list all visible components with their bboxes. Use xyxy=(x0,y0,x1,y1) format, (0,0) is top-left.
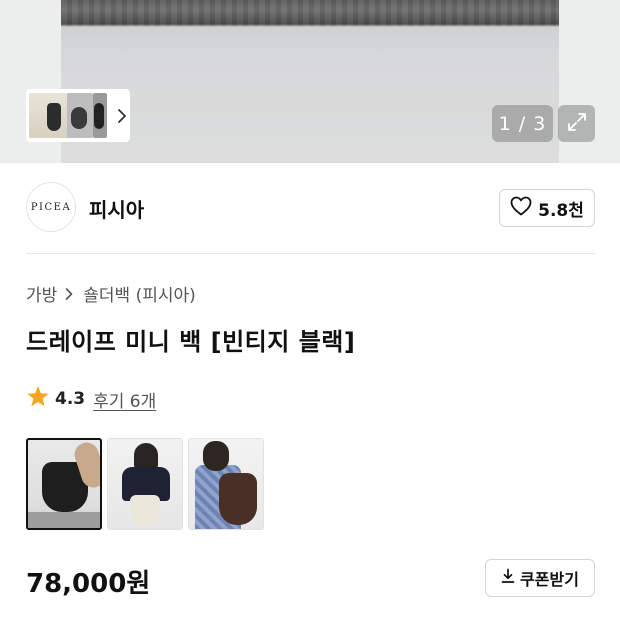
product-title: 드레이프 미니 백 [빈티지 블랙] xyxy=(26,328,356,356)
option-thumbnail-black-bag[interactable] xyxy=(26,438,102,530)
breadcrumb-item-category[interactable]: 가방 xyxy=(26,281,57,306)
chevron-right-icon xyxy=(65,287,75,300)
gallery-thumbnail-strip[interactable] xyxy=(26,89,130,142)
product-main-image xyxy=(61,0,559,163)
rating-score: 4.3 xyxy=(55,389,86,409)
heart-outline-icon xyxy=(510,196,532,221)
brand-name[interactable]: 피시아 xyxy=(89,194,144,223)
like-count: 5.8천 xyxy=(538,200,584,221)
gallery-thumbnail[interactable] xyxy=(93,93,107,138)
product-price: 78,000원 xyxy=(26,569,151,599)
option-thumbnail-ivory-bag[interactable] xyxy=(107,438,183,530)
gallery-thumbnail[interactable] xyxy=(29,93,71,138)
star-icon xyxy=(26,385,50,413)
option-thumbnails xyxy=(26,438,264,530)
coupon-download-button[interactable]: 쿠폰받기 xyxy=(485,559,595,597)
option-thumbnail-brown-bag[interactable] xyxy=(188,438,264,530)
like-button[interactable]: 5.8천 xyxy=(499,189,595,227)
rating-row: 4.3 후기 6개 xyxy=(26,385,156,413)
download-icon xyxy=(501,568,515,588)
gallery-thumbnail[interactable] xyxy=(67,93,93,138)
chevron-right-icon[interactable] xyxy=(115,108,129,123)
coupon-label: 쿠폰받기 xyxy=(520,570,579,589)
brand-row: PICEA 피시아 5.8천 xyxy=(26,182,595,234)
breadcrumb-item-subcategory[interactable]: 숄더백 (피시아) xyxy=(83,281,196,306)
expand-button[interactable] xyxy=(558,105,595,142)
gallery-page-counter: 1 / 3 xyxy=(492,105,553,142)
review-count-link[interactable]: 후기 6개 xyxy=(93,387,156,412)
divider xyxy=(26,253,595,254)
breadcrumb: 가방 숄더백 (피시아) xyxy=(26,281,196,306)
product-image-gallery[interactable]: 1 / 3 xyxy=(0,0,620,163)
expand-icon xyxy=(566,111,588,137)
brand-logo[interactable]: PICEA xyxy=(26,182,76,232)
